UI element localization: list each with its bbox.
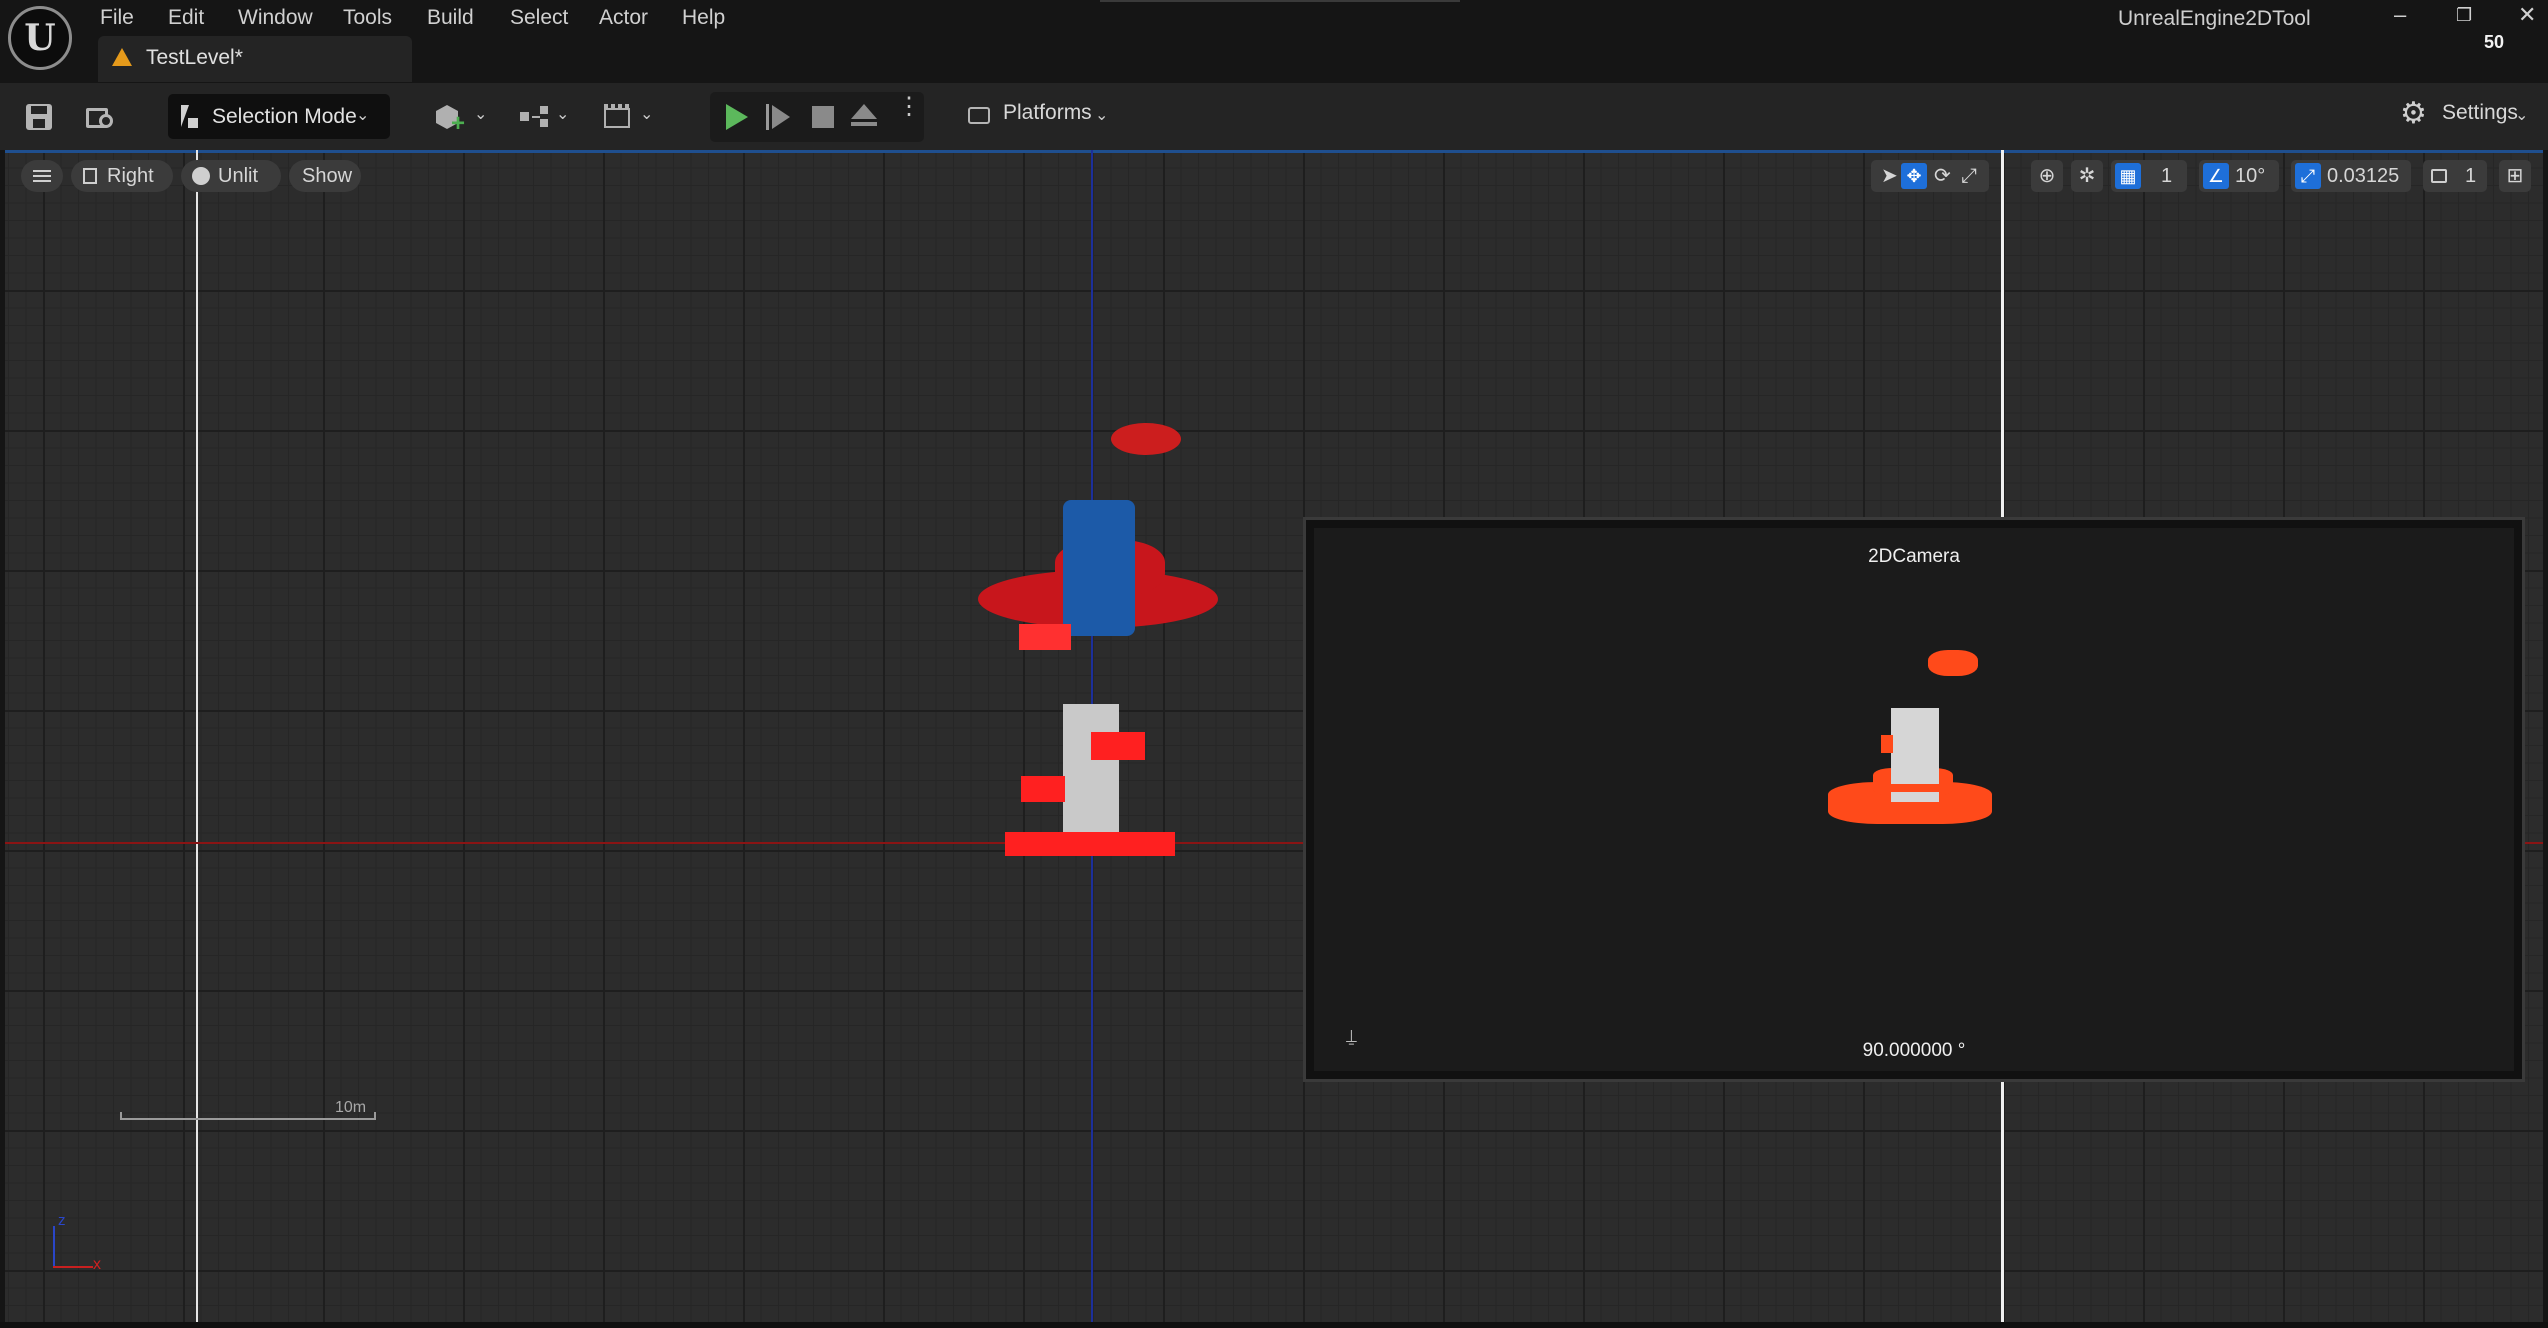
platforms-label: Platforms	[1003, 101, 1092, 124]
camera-preview-title: 2DCamera	[1868, 546, 1960, 567]
camera-speed-control[interactable]: 1	[2423, 160, 2487, 192]
grid-snap-control[interactable]: ▦ 1	[2111, 160, 2187, 192]
lighting-mode-label: Unlit	[218, 165, 259, 187]
eject-icon[interactable]	[851, 104, 877, 119]
warning-icon	[112, 48, 132, 66]
scale-snap-control[interactable]: ⤢ 0.03125	[2291, 160, 2411, 192]
main-toolbar: Selection Mode ⌄ + ⌄ ⌄ ⌄ ⋮ Platforms ⌄ ⚙…	[0, 83, 2548, 150]
chevron-down-icon: ⌄	[2515, 107, 2529, 124]
drag-handle[interactable]	[1100, 0, 1460, 2]
cinematics-button[interactable]: ⌄	[602, 102, 660, 132]
chevron-down-icon: ⌄	[356, 107, 370, 124]
rotation-snap-control[interactable]: ∠ 10°	[2199, 160, 2279, 192]
show-button[interactable]: Show	[289, 160, 361, 192]
unreal-logo-icon[interactable]: U	[8, 6, 72, 70]
status-strip	[0, 1322, 2548, 1328]
view-mode-label: Right	[107, 165, 154, 187]
selection-mode-label: Selection Mode	[212, 105, 357, 128]
preview-white-pillar	[1891, 708, 1939, 784]
rotate-icon[interactable]: ⟳	[1934, 160, 1951, 192]
gizmo-x-label: x	[93, 1256, 101, 1273]
viewport-menu-button[interactable]	[21, 160, 63, 192]
white-pillar[interactable]	[1063, 704, 1119, 846]
camera-icon	[2431, 169, 2447, 183]
world-space-icon[interactable]: ⊕	[2031, 160, 2063, 192]
transform-tools: ➤ ✥ ⟳ ⤢	[1871, 160, 1989, 192]
chevron-down-icon: ⌄	[474, 106, 488, 123]
camera-preview-render: 2DCamera ⍊ 90.000000 °	[1314, 528, 2514, 1071]
play-icon[interactable]	[726, 104, 748, 130]
add-actor-button[interactable]: + ⌄	[436, 102, 488, 136]
menu-tools[interactable]: Tools	[343, 4, 392, 32]
red-disc-top[interactable]	[1111, 423, 1181, 455]
grid-icon: ▦	[2115, 163, 2141, 189]
menu-select[interactable]: Select	[510, 4, 568, 32]
gizmo-z-label: z	[58, 1212, 66, 1229]
surface-snap-icon[interactable]: ✲	[2071, 160, 2103, 192]
clapperboard-icon	[604, 108, 630, 128]
document-tab[interactable]: TestLevel*	[98, 36, 412, 82]
minimize-button[interactable]: –	[2394, 2, 2406, 28]
chevron-down-icon: ⌄	[640, 106, 654, 123]
chevron-down-icon: ⌄	[1095, 107, 1109, 124]
red-block-left[interactable]	[1019, 624, 1071, 650]
settings-label[interactable]: Settings	[2442, 101, 2518, 125]
camera-preview-angle: 90.000000 °	[1862, 1040, 1966, 1061]
stop-icon[interactable]	[812, 106, 834, 128]
gizmo-z-axis	[53, 1226, 55, 1268]
camera-speed-value: 1	[2465, 165, 2477, 187]
view-ortho-icon	[83, 168, 97, 184]
scale-snap-icon: ⤢	[2295, 163, 2321, 189]
show-label: Show	[302, 165, 353, 187]
content-browser-icon[interactable]	[86, 104, 116, 130]
restore-button[interactable]: ❐	[2456, 5, 2472, 26]
view-mode-button[interactable]: Right	[71, 160, 173, 192]
close-button[interactable]: ✕	[2518, 2, 2536, 28]
menu-window[interactable]: Window	[238, 4, 313, 32]
chevron-down-icon: ⌄	[556, 106, 570, 123]
advance-frame-icon[interactable]	[766, 104, 769, 130]
scale-icon[interactable]: ⤢	[1961, 160, 1977, 192]
viewport-active-border	[5, 150, 2543, 153]
preview-red-block	[1881, 735, 1893, 753]
scale-snap-value: 0.03125	[2327, 165, 2400, 187]
save-icon[interactable]	[26, 104, 52, 130]
menu-actor[interactable]: Actor	[599, 4, 648, 32]
play-controls: ⋮	[710, 92, 924, 142]
app-title: UnrealEngine2DTool	[2118, 7, 2311, 30]
red-floor-slab[interactable]	[1005, 832, 1175, 856]
rotation-snap-value: 10°	[2235, 165, 2266, 187]
blueprints-button[interactable]: ⌄	[520, 102, 576, 132]
menu-help[interactable]: Help	[682, 4, 725, 32]
preview-white-slab	[1891, 792, 1939, 802]
gear-icon[interactable]: ⚙	[2400, 99, 2427, 129]
camera-preview-window[interactable]: 2DCamera ⍊ 90.000000 °	[1303, 517, 2525, 1082]
camera-bound-left	[196, 150, 198, 1322]
scale-bar-label: 10m	[335, 1099, 367, 1116]
red-block-small[interactable]	[1021, 776, 1065, 802]
grid-snap-value: 1	[2161, 165, 2173, 187]
menu-file[interactable]: File	[100, 4, 134, 32]
more-options-icon[interactable]: ⋮	[897, 95, 921, 119]
document-tab-label: TestLevel*	[146, 46, 243, 69]
menu-build[interactable]: Build	[427, 4, 474, 32]
scale-bar	[120, 1118, 376, 1120]
selection-mode-dropdown[interactable]: Selection Mode ⌄	[168, 94, 390, 139]
lighting-mode-button[interactable]: Unlit	[181, 160, 281, 192]
sphere-icon	[192, 167, 210, 185]
blue-cylinder[interactable]	[1063, 500, 1135, 636]
fps-counter: 50	[2484, 32, 2505, 52]
angle-icon: ∠	[2203, 163, 2229, 189]
preview-orange-disc	[1928, 650, 1978, 676]
plus-icon: +	[451, 110, 466, 137]
title-bar: U File Edit Window Tools Build Select Ac…	[0, 0, 2548, 83]
select-icon[interactable]: ➤	[1881, 160, 1898, 192]
viewport-layout-icon[interactable]: ⊞	[2499, 160, 2531, 192]
platforms-icon	[968, 107, 990, 124]
menu-edit[interactable]: Edit	[168, 4, 204, 32]
translate-icon[interactable]: ✥	[1901, 163, 1927, 189]
red-block-right[interactable]	[1091, 732, 1145, 760]
gizmo-x-axis	[53, 1266, 93, 1268]
